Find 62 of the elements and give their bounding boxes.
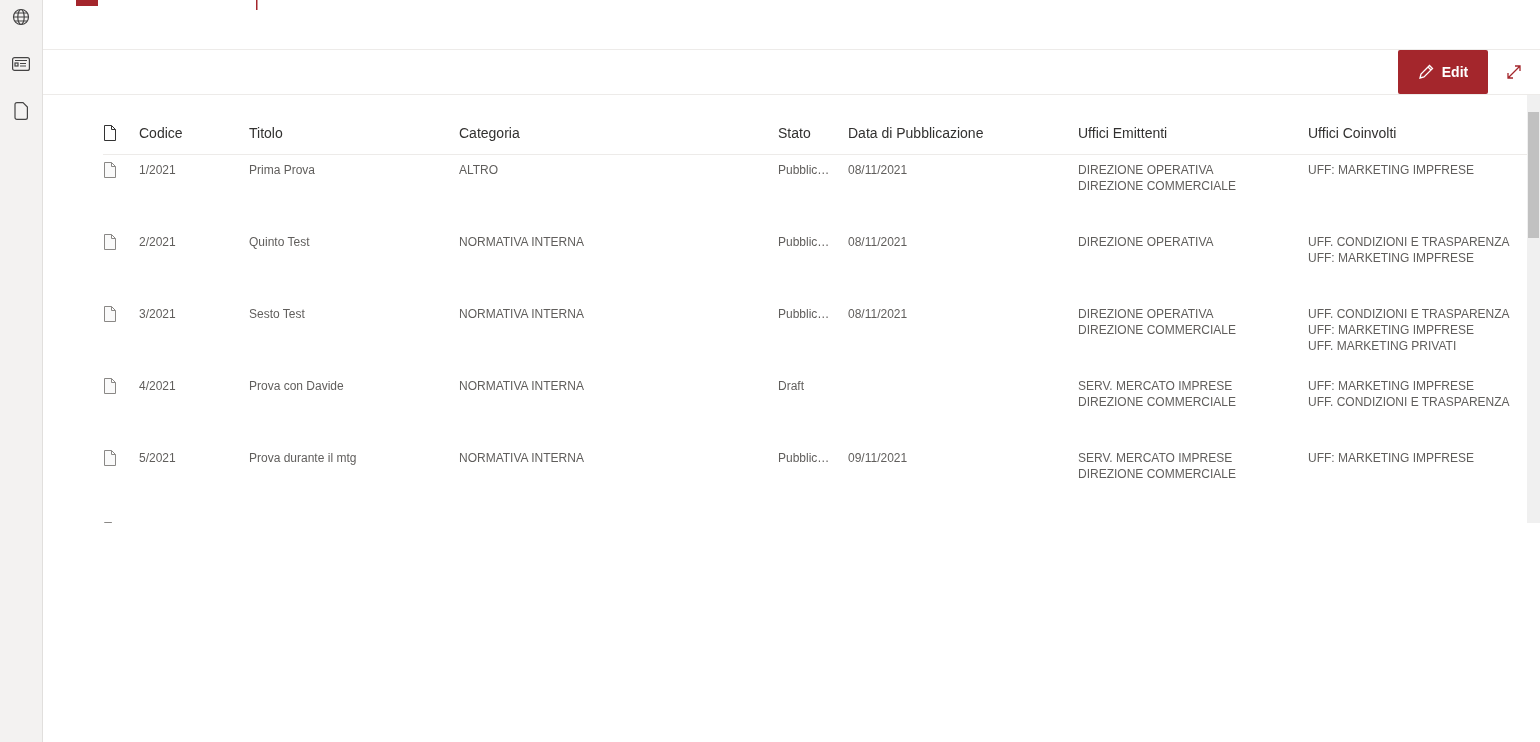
column-header[interactable]: Uffici Coinvolti <box>1308 124 1397 141</box>
table-cell: UFF. CONDIZIONI E TRASPARENZA <box>1308 394 1508 410</box>
table-cell-text: DIREZIONE COMMERCIALE <box>1078 178 1237 194</box>
table-cell-text: Pubblic… <box>778 306 831 322</box>
table-cell-text: 4/2021 <box>139 378 177 394</box>
edit-button[interactable]: Edit <box>1398 50 1488 94</box>
table-cell: UFF. CONDIZIONI E TRASPARENZA <box>1308 306 1508 322</box>
column-header[interactable]: Uffici Emittenti <box>1078 124 1168 141</box>
table-cell-text: DIREZIONE COMMERCIALE <box>1078 466 1237 482</box>
file-icon <box>103 378 117 394</box>
table-cell-text: 08/11/2021 <box>848 306 909 322</box>
table-cell-text: UFF: MARKETING IMPFRESE <box>1308 162 1475 178</box>
table-cell-text: UFF. MARKETING PRIVATI <box>1308 338 1458 354</box>
file-icon <box>103 234 117 250</box>
table-cell-text: DIREZIONE COMMERCIALE <box>1078 394 1237 410</box>
table-cell-text: UFF: MARKETING IMPFRESE <box>1308 450 1475 466</box>
news-icon[interactable] <box>12 57 30 71</box>
table-cell-text: 5/2021 <box>139 450 177 466</box>
table-cell-text: DIREZIONE OPERATIVA <box>1078 162 1215 178</box>
table-cell-text: Prova con Davide <box>249 378 345 394</box>
globe-icon[interactable] <box>12 8 30 26</box>
table-cell-text: Sesto Test <box>249 306 306 322</box>
table-cell-text: Prova durante il mtg <box>249 450 358 466</box>
table-cell-text: DIREZIONE OPERATIVA <box>1078 234 1215 250</box>
document-icon[interactable] <box>14 102 28 120</box>
scrollbar[interactable] <box>1527 95 1540 523</box>
column-header[interactable]: Data di Pubblicazione <box>848 124 984 141</box>
table-cell: UFF. CONDIZIONI E TRASPARENZA <box>1308 234 1508 250</box>
table-cell-text: NORMATIVA INTERNA <box>459 450 585 466</box>
table-cell-text: UFF: MARKETING IMPFRESE <box>1308 378 1475 394</box>
table-cell-text: NORMATIVA INTERNA <box>459 306 585 322</box>
table-cell-text: Pubblic… <box>778 162 831 178</box>
column-header[interactable]: Codice <box>139 124 183 141</box>
table-cell-text: NORMATIVA INTERNA <box>459 378 585 394</box>
table-cell-text: 08/11/2021 <box>848 234 909 250</box>
table-cell-text: 2/2021 <box>139 234 177 250</box>
file-icon <box>103 125 117 141</box>
expand-icon[interactable] <box>1506 64 1522 80</box>
table-cell-text: Pubblic… <box>778 234 831 250</box>
table-cell-text: Quinto Test <box>249 234 311 250</box>
table-cell-text: Draft <box>778 378 805 394</box>
pencil-icon <box>1417 64 1434 80</box>
table-cell-text: SERV. MERCATO IMPRESE <box>1078 378 1234 394</box>
table-cell-text: DIREZIONE OPERATIVA <box>1078 306 1215 322</box>
table-cell-text: Pubblic… <box>778 450 831 466</box>
table-cell-text: Prima Prova <box>249 162 317 178</box>
column-header[interactable]: Titolo <box>249 124 283 141</box>
table-cell-text: 1/2021 <box>139 162 177 178</box>
table-cell-text: 09/11/2021 <box>848 450 909 466</box>
file-icon <box>103 162 117 178</box>
table-cell-text: DIREZIONE COMMERCIALE <box>1078 322 1237 338</box>
column-header[interactable]: Stato <box>778 124 811 141</box>
table-cell-text: ALTRO <box>459 162 500 178</box>
file-icon <box>103 306 117 322</box>
table-cell-text: UFF: MARKETING IMPFRESE <box>1308 322 1475 338</box>
table-cell-text: 3/2021 <box>139 306 177 322</box>
table-cell-text: UFF: MARKETING IMPFRESE <box>1308 250 1475 266</box>
table-cell-text: 08/11/2021 <box>848 162 909 178</box>
table-cell-text: NORMATIVA INTERNA <box>459 234 585 250</box>
table-cell-text: SERV. MERCATO IMPRESE <box>1078 450 1234 466</box>
file-icon <box>103 450 117 466</box>
column-header[interactable]: Categoria <box>459 124 520 141</box>
